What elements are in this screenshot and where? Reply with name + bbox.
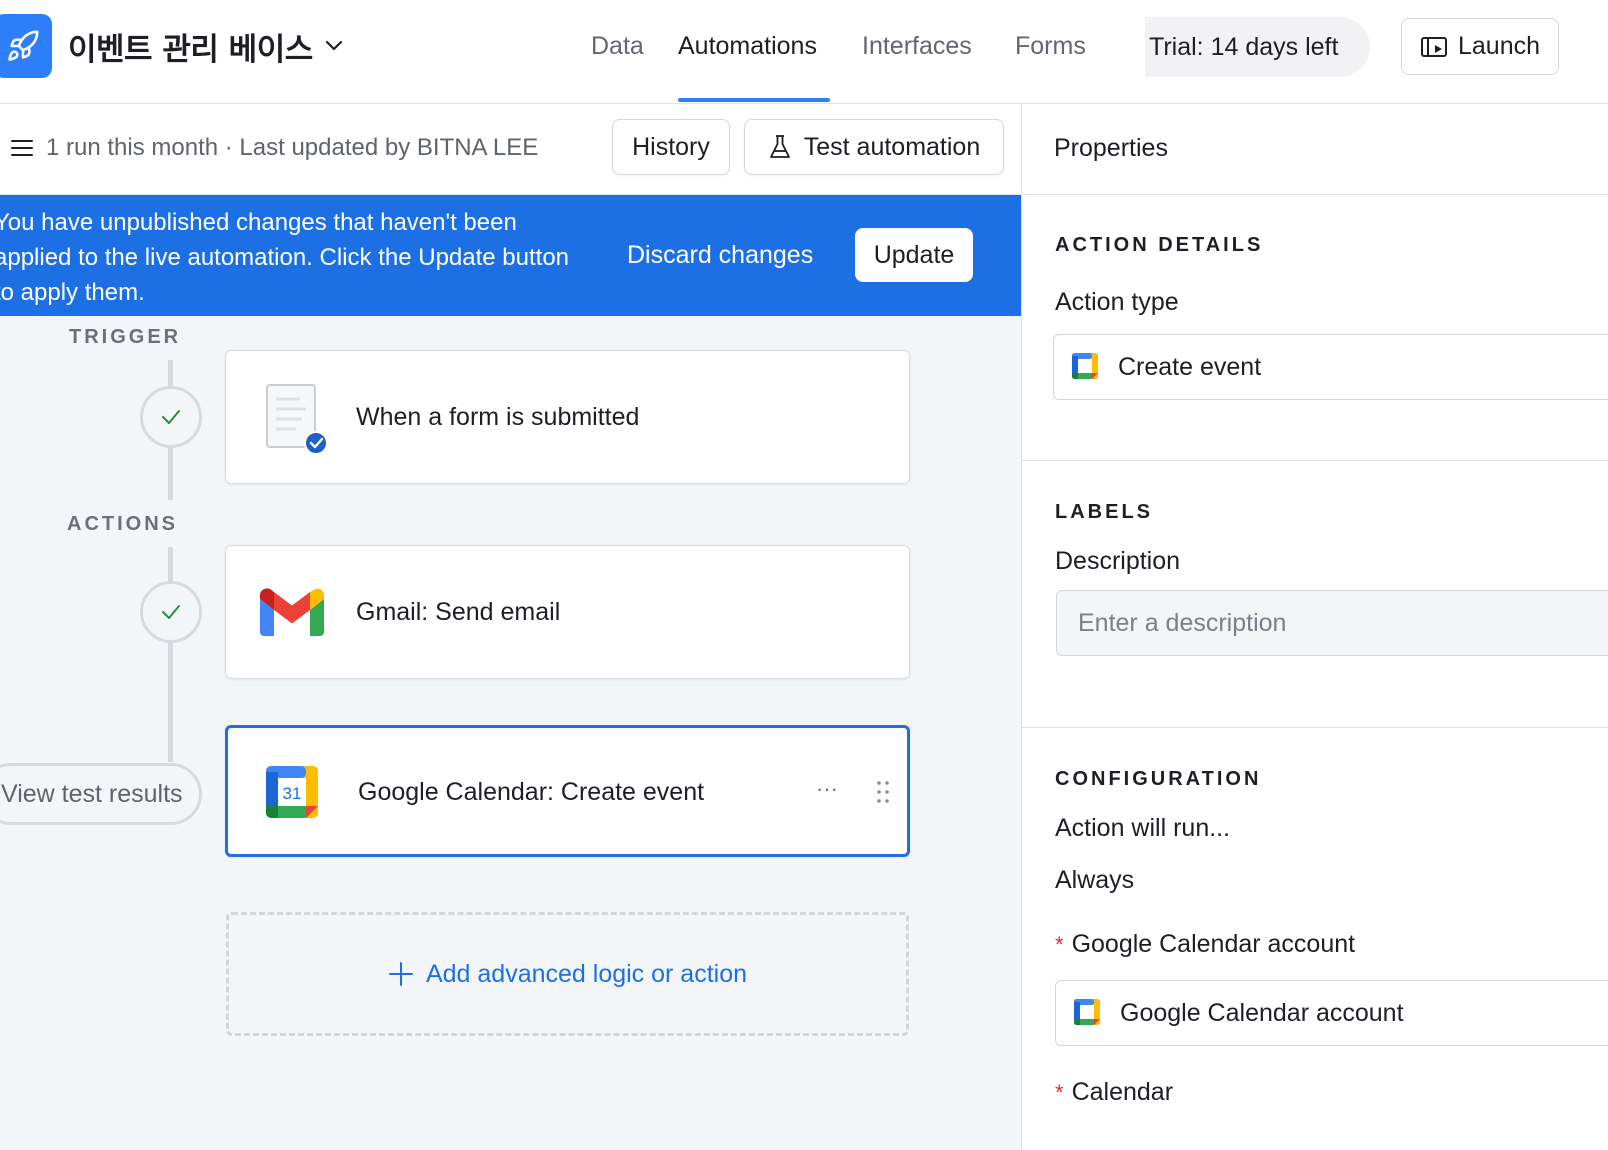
- trial-badge[interactable]: Trial: 14 days left: [1145, 17, 1370, 77]
- properties-title: Properties: [1054, 134, 1168, 162]
- test-results-label: View test results: [1, 779, 183, 808]
- action-type-select[interactable]: Create event: [1053, 334, 1608, 400]
- google-calendar-icon: [1074, 999, 1102, 1027]
- history-button[interactable]: History: [612, 119, 730, 175]
- required-mark: *: [1055, 1080, 1064, 1105]
- tab-automations[interactable]: Automations: [678, 32, 817, 61]
- trigger-title: When a form is submitted: [356, 403, 640, 431]
- update-label: Update: [873, 240, 955, 269]
- properties-header: Properties: [1022, 104, 1608, 195]
- action-details-section: ACTION DETAILS: [1055, 234, 1264, 256]
- test-automation-label: Test automation: [803, 132, 981, 161]
- action-card-gmail[interactable]: Gmail: Send email: [225, 545, 910, 679]
- description-label: Description: [1055, 547, 1181, 575]
- calendar-day-text: 31: [283, 784, 302, 803]
- actions-section-label: ACTIONS: [67, 513, 178, 535]
- tab-forms[interactable]: Forms: [1015, 32, 1086, 61]
- trigger-section-label: TRIGGER: [69, 326, 182, 348]
- base-name[interactable]: 이벤트 관리 베이스: [68, 24, 313, 69]
- gmail-action-title: Gmail: Send email: [356, 598, 561, 626]
- active-tab-indicator: [678, 98, 830, 102]
- calendar-account-label-text: Google Calendar account: [1071, 930, 1356, 958]
- launch-label: Launch: [1458, 32, 1541, 60]
- divider: [1022, 727, 1608, 728]
- unpublished-banner: You have unpublished changes that haven'…: [0, 195, 1021, 316]
- view-test-results-button[interactable]: View test results: [0, 763, 202, 825]
- banner-message: You have unpublished changes that haven'…: [0, 209, 570, 306]
- discard-changes-button[interactable]: Discard changes: [627, 241, 813, 270]
- automation-canvas: 1 run this month · Last updated by BITNA…: [0, 104, 1021, 1150]
- automation-toolbar: 1 run this month · Last updated by BITNA…: [0, 104, 1021, 195]
- calendar-label-text: Calendar: [1071, 1078, 1174, 1106]
- history-label: History: [632, 132, 710, 161]
- more-options-icon[interactable]: ···: [816, 776, 842, 802]
- google-calendar-icon: [1072, 353, 1100, 381]
- google-calendar-icon: 31: [266, 766, 318, 823]
- divider: [1022, 460, 1608, 461]
- description-input[interactable]: [1056, 590, 1608, 656]
- trial-text: Trial: 14 days left: [1149, 32, 1339, 61]
- properties-panel: Properties ACTION DETAILS Action type Cr…: [1021, 104, 1608, 1150]
- calendar-account-select[interactable]: Google Calendar account: [1055, 980, 1608, 1046]
- rocket-icon[interactable]: [0, 14, 52, 78]
- run-condition-value[interactable]: Always: [1055, 866, 1134, 895]
- timeline-connector: [168, 547, 173, 762]
- calendar-label: * Calendar: [1055, 1078, 1173, 1107]
- trigger-card[interactable]: When a form is submitted: [225, 350, 910, 484]
- form-icon: [266, 383, 330, 460]
- action-type-value: Create event: [1118, 352, 1262, 381]
- run-condition-label: Action will run...: [1055, 814, 1231, 842]
- top-bar: 이벤트 관리 베이스 Data Automations Interfaces F…: [0, 0, 1608, 104]
- launch-button[interactable]: Launch: [1401, 18, 1559, 75]
- step-status: [140, 386, 202, 448]
- launch-icon: [1420, 35, 1448, 59]
- required-mark: *: [1055, 932, 1064, 957]
- check-icon: [162, 605, 180, 619]
- gmail-icon: [260, 588, 324, 643]
- calendar-action-title: Google Calendar: Create event: [358, 778, 705, 806]
- tab-interfaces[interactable]: Interfaces: [862, 32, 972, 61]
- calendar-account-label: * Google Calendar account: [1055, 930, 1355, 959]
- check-icon: [162, 410, 180, 424]
- add-logic-or-action-button[interactable]: Add advanced logic or action: [226, 912, 909, 1036]
- action-type-label: Action type: [1055, 288, 1179, 316]
- labels-section: LABELS: [1055, 501, 1153, 523]
- tab-data[interactable]: Data: [591, 32, 644, 61]
- action-card-google-calendar[interactable]: 31 Google Calendar: Create event ···: [225, 725, 910, 857]
- calendar-account-value: Google Calendar account: [1120, 998, 1404, 1027]
- run-info: 1 run this month · Last updated by BITNA…: [46, 134, 539, 161]
- flask-icon: [768, 134, 792, 160]
- add-action-label: Add advanced logic or action: [425, 959, 748, 988]
- plus-icon: [388, 961, 414, 987]
- update-button[interactable]: Update: [855, 228, 973, 282]
- chevron-down-icon[interactable]: [322, 36, 346, 56]
- test-automation-button[interactable]: Test automation: [744, 119, 1004, 175]
- step-status: [140, 581, 202, 643]
- drag-handle-icon[interactable]: [876, 780, 890, 804]
- configuration-section: CONFIGURATION: [1055, 768, 1262, 790]
- menu-icon[interactable]: [10, 138, 34, 158]
